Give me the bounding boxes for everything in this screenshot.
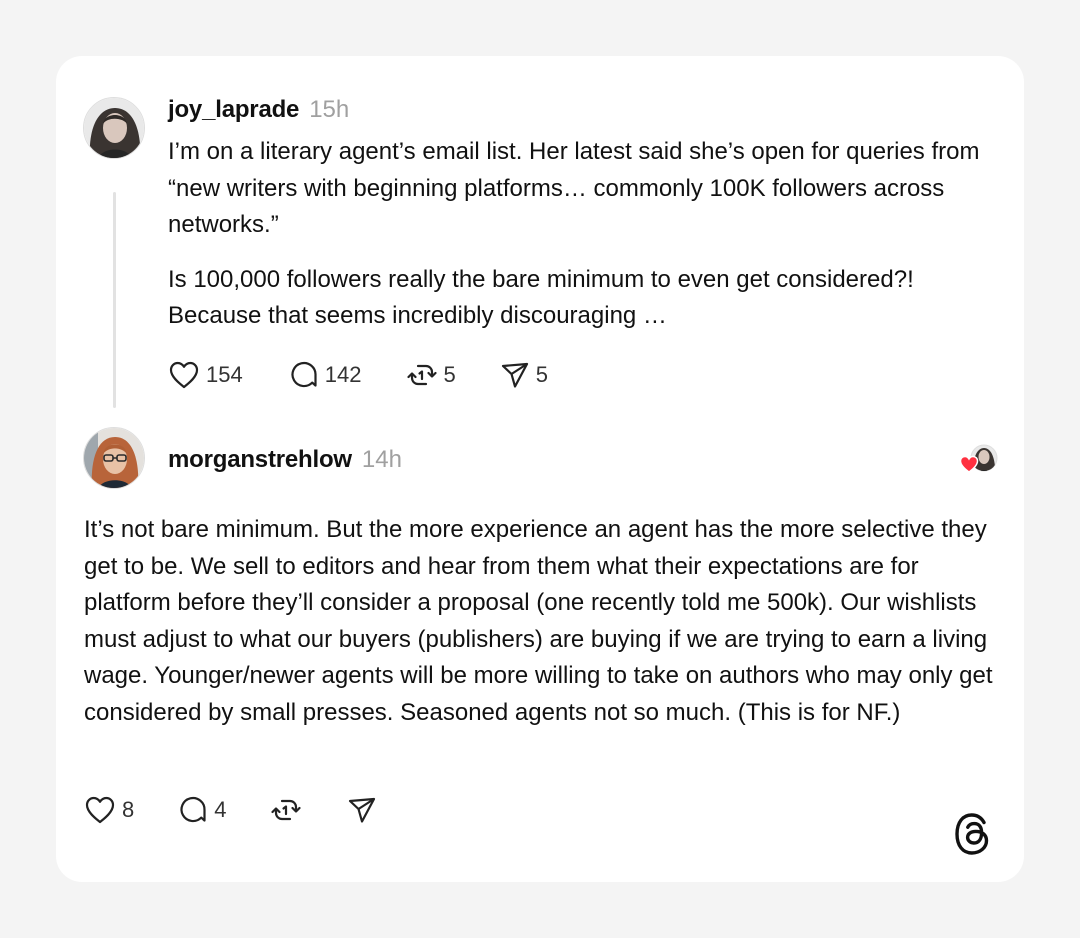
reply-header: morganstrehlow 14h xyxy=(168,446,402,474)
reply-actions: 8 4 xyxy=(84,795,377,825)
post-body: I’m on a literary agent’s email list. He… xyxy=(168,134,1010,335)
post-timestamp[interactable]: 15h xyxy=(309,96,349,124)
reply-body: It’s not bare minimum. But the more expe… xyxy=(84,512,1002,731)
reply-like-button[interactable]: 8 xyxy=(84,795,134,825)
repost-button[interactable]: 5 xyxy=(407,360,456,390)
thread-card: joy_laprade 15h I’m on a literary agent’… xyxy=(56,56,1024,882)
reply-timestamp[interactable]: 14h xyxy=(362,446,402,474)
threads-logo-icon xyxy=(953,812,995,856)
post-paragraph: Is 100,000 followers really the bare min… xyxy=(168,265,914,330)
reply-paragraph: It’s not bare minimum. But the more expe… xyxy=(84,516,993,726)
share-icon xyxy=(348,797,375,823)
like-count: 154 xyxy=(206,362,243,387)
avatar-morganstrehlow[interactable] xyxy=(83,427,145,489)
username-morganstrehlow[interactable]: morganstrehlow xyxy=(168,446,352,474)
liked-heart-icon xyxy=(959,455,979,473)
reply-icon xyxy=(291,361,317,388)
post-paragraph: I’m on a literary agent’s email list. He… xyxy=(168,138,980,238)
like-count: 8 xyxy=(122,797,135,822)
reply-reply-button[interactable]: 4 xyxy=(178,795,227,825)
reply-repost-button[interactable] xyxy=(270,795,301,825)
repost-icon xyxy=(270,799,301,821)
username-joy-laprade[interactable]: joy_laprade xyxy=(168,96,299,124)
reply-icon xyxy=(180,796,206,823)
reply-count: 142 xyxy=(324,362,362,387)
share-count: 5 xyxy=(535,362,548,387)
avatar-joy-laprade[interactable] xyxy=(83,97,145,159)
heart-icon xyxy=(169,361,199,389)
share-button[interactable]: 5 xyxy=(500,360,548,390)
post-actions: 154 142 5 5 xyxy=(168,360,548,390)
post-header: joy_laprade 15h xyxy=(168,96,349,124)
reply-button[interactable]: 142 xyxy=(289,360,362,390)
author-liked-badge[interactable] xyxy=(956,442,1000,476)
reply-count: 4 xyxy=(214,797,227,822)
avatar-image xyxy=(84,98,144,158)
heart-icon xyxy=(85,796,115,824)
share-icon xyxy=(501,362,528,388)
like-button[interactable]: 154 xyxy=(168,360,243,390)
repost-icon xyxy=(407,364,438,386)
reply-share-button[interactable] xyxy=(347,795,377,825)
avatar-image xyxy=(84,428,144,488)
repost-count: 5 xyxy=(443,362,456,387)
thread-connector-line xyxy=(113,192,116,408)
